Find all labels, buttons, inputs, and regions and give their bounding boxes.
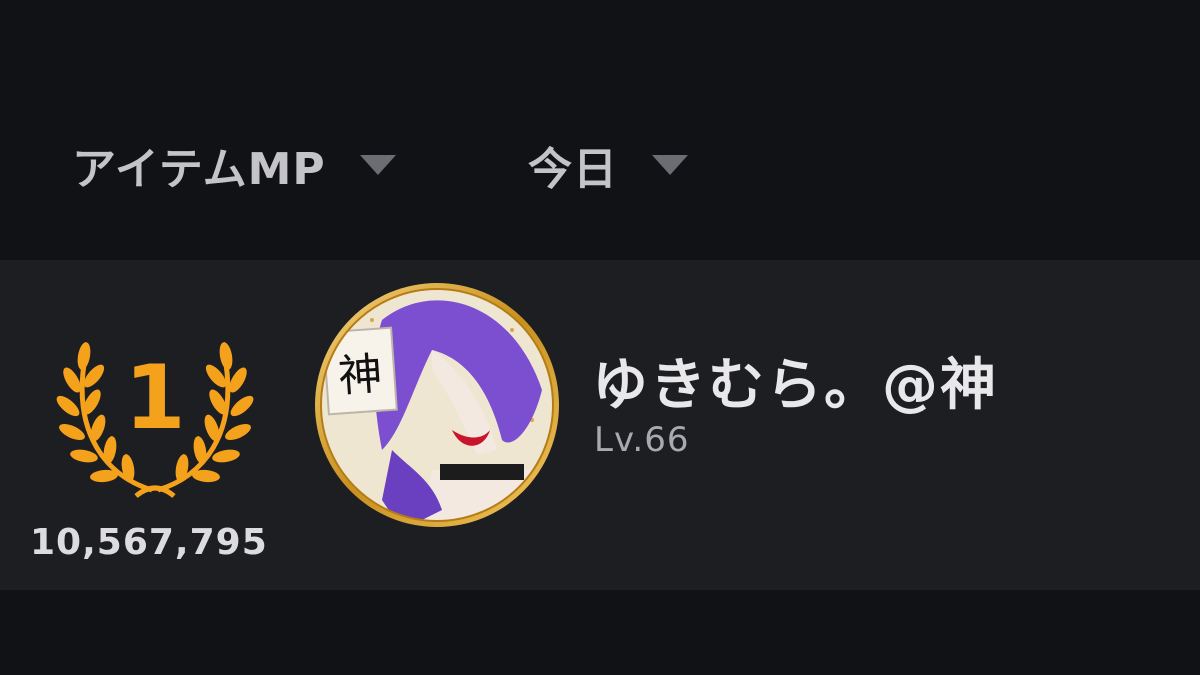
avatar-kanji: 神 [337, 349, 384, 403]
rank-badge: 1 [48, 304, 262, 518]
avatar[interactable]: 神 [312, 280, 562, 530]
caret-down-icon [359, 155, 396, 175]
period-dropdown-label: 今日 [528, 144, 618, 195]
player-level: Lv.66 [594, 420, 690, 460]
ranking-row[interactable]: 1 10,567,795 神 ゆきむら。@神 Lv.66 [0, 260, 1200, 590]
filter-bar: アイテムMP 今日 [0, 0, 1200, 260]
category-dropdown[interactable]: アイテムMP [72, 132, 396, 198]
category-dropdown-label: アイテムMP [72, 144, 326, 195]
caret-down-icon [652, 155, 688, 175]
player-name: ゆきむら。@神 [592, 353, 998, 418]
score-value: 10,567,795 [30, 522, 268, 563]
rank-number: 1 [124, 346, 186, 449]
period-dropdown[interactable]: 今日 [528, 132, 688, 198]
